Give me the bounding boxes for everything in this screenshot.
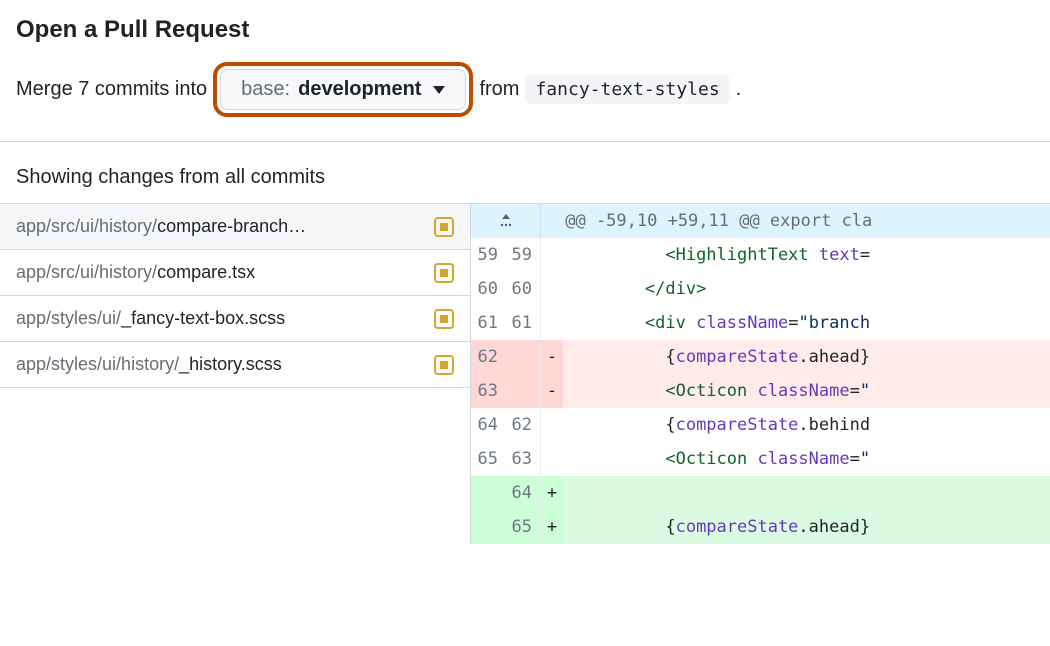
modified-icon [434, 355, 454, 375]
new-line-number [506, 340, 541, 374]
merge-prefix-text: Merge 7 commits into [16, 78, 207, 101]
new-line-number: 62 [506, 408, 541, 442]
base-branch-selector[interactable]: base: development [220, 69, 466, 110]
diff-marker: - [541, 340, 563, 374]
old-line-number: 59 [471, 238, 506, 272]
hunk-header-text: @@ -59,10 +59,11 @@ export cla [541, 204, 1050, 238]
new-line-number [506, 374, 541, 408]
new-line-number: 65 [506, 510, 541, 544]
modified-icon [434, 217, 454, 237]
new-line-number: 59 [506, 238, 541, 272]
file-list-item[interactable]: app/src/ui/history/compare-branch… [0, 204, 470, 250]
diff-code: </div> [563, 272, 1050, 306]
source-branch-chip: fancy-text-styles [525, 75, 729, 104]
modified-icon [434, 309, 454, 329]
file-path: app/styles/ui/_fancy-text-box.scss [16, 308, 285, 329]
diff-code: {compareState.ahead} [563, 340, 1050, 374]
diff-line: 6060 </div> [471, 272, 1050, 306]
old-line-number [471, 510, 506, 544]
old-line-number: 65 [471, 442, 506, 476]
merge-period: . [736, 78, 742, 101]
old-line-number [471, 476, 506, 510]
base-label-prefix: base: [241, 78, 290, 101]
file-path: app/src/ui/history/compare-branch… [16, 216, 306, 237]
diff-marker [541, 272, 563, 306]
diff-pane: @@ -59,10 +59,11 @@ export cla5959 <High… [470, 204, 1050, 544]
diff-line: 6462 {compareState.behind [471, 408, 1050, 442]
diff-code [563, 476, 1050, 510]
new-line-number: 64 [506, 476, 541, 510]
old-line-number: 60 [471, 272, 506, 306]
file-list-item[interactable]: app/styles/ui/history/_history.scss [0, 342, 470, 388]
diff-marker [541, 408, 563, 442]
modified-icon [434, 263, 454, 283]
diff-marker: + [541, 476, 563, 510]
file-list-item[interactable]: app/styles/ui/_fancy-text-box.scss [0, 296, 470, 342]
merge-description: Merge 7 commits into base: development f… [16, 62, 1034, 117]
file-list: app/src/ui/history/compare-branch… app/sr… [0, 204, 470, 544]
file-path: app/styles/ui/history/_history.scss [16, 354, 282, 375]
diff-code: <HighlightText text= [563, 238, 1050, 272]
diff-marker [541, 238, 563, 272]
diff-marker [541, 442, 563, 476]
new-line-number: 60 [506, 272, 541, 306]
diff-hunk-header: @@ -59,10 +59,11 @@ export cla [471, 204, 1050, 238]
base-branch-name: development [298, 78, 421, 101]
merge-from-text: from [479, 78, 519, 101]
old-line-number: 64 [471, 408, 506, 442]
diff-marker [541, 306, 563, 340]
page-title: Open a Pull Request [16, 16, 1034, 44]
diff-marker: - [541, 374, 563, 408]
file-path: app/src/ui/history/compare.tsx [16, 262, 255, 283]
diff-line: 5959 <HighlightText text= [471, 238, 1050, 272]
diff-code: {compareState.ahead} [563, 510, 1050, 544]
diff-code: <Octicon className=" [563, 374, 1050, 408]
old-line-number: 61 [471, 306, 506, 340]
changes-label: Showing changes from all commits [0, 142, 1050, 203]
old-line-number: 63 [471, 374, 506, 408]
chevron-down-icon [433, 86, 445, 94]
expand-hunk-button[interactable] [471, 204, 541, 238]
base-branch-highlight: base: development [213, 62, 473, 117]
diff-line: 6161 <div className="branch [471, 306, 1050, 340]
diff-code: {compareState.behind [563, 408, 1050, 442]
diff-code: <div className="branch [563, 306, 1050, 340]
file-list-item[interactable]: app/src/ui/history/compare.tsx [0, 250, 470, 296]
diff-line: 62 - {compareState.ahead} [471, 340, 1050, 374]
old-line-number: 62 [471, 340, 506, 374]
diff-code: <Octicon className=" [563, 442, 1050, 476]
diff-line: 65+ {compareState.ahead} [471, 510, 1050, 544]
diff-line: 6563 <Octicon className=" [471, 442, 1050, 476]
new-line-number: 63 [506, 442, 541, 476]
diff-marker: + [541, 510, 563, 544]
new-line-number: 61 [506, 306, 541, 340]
diff-line: 63 - <Octicon className=" [471, 374, 1050, 408]
diff-line: 64+ [471, 476, 1050, 510]
